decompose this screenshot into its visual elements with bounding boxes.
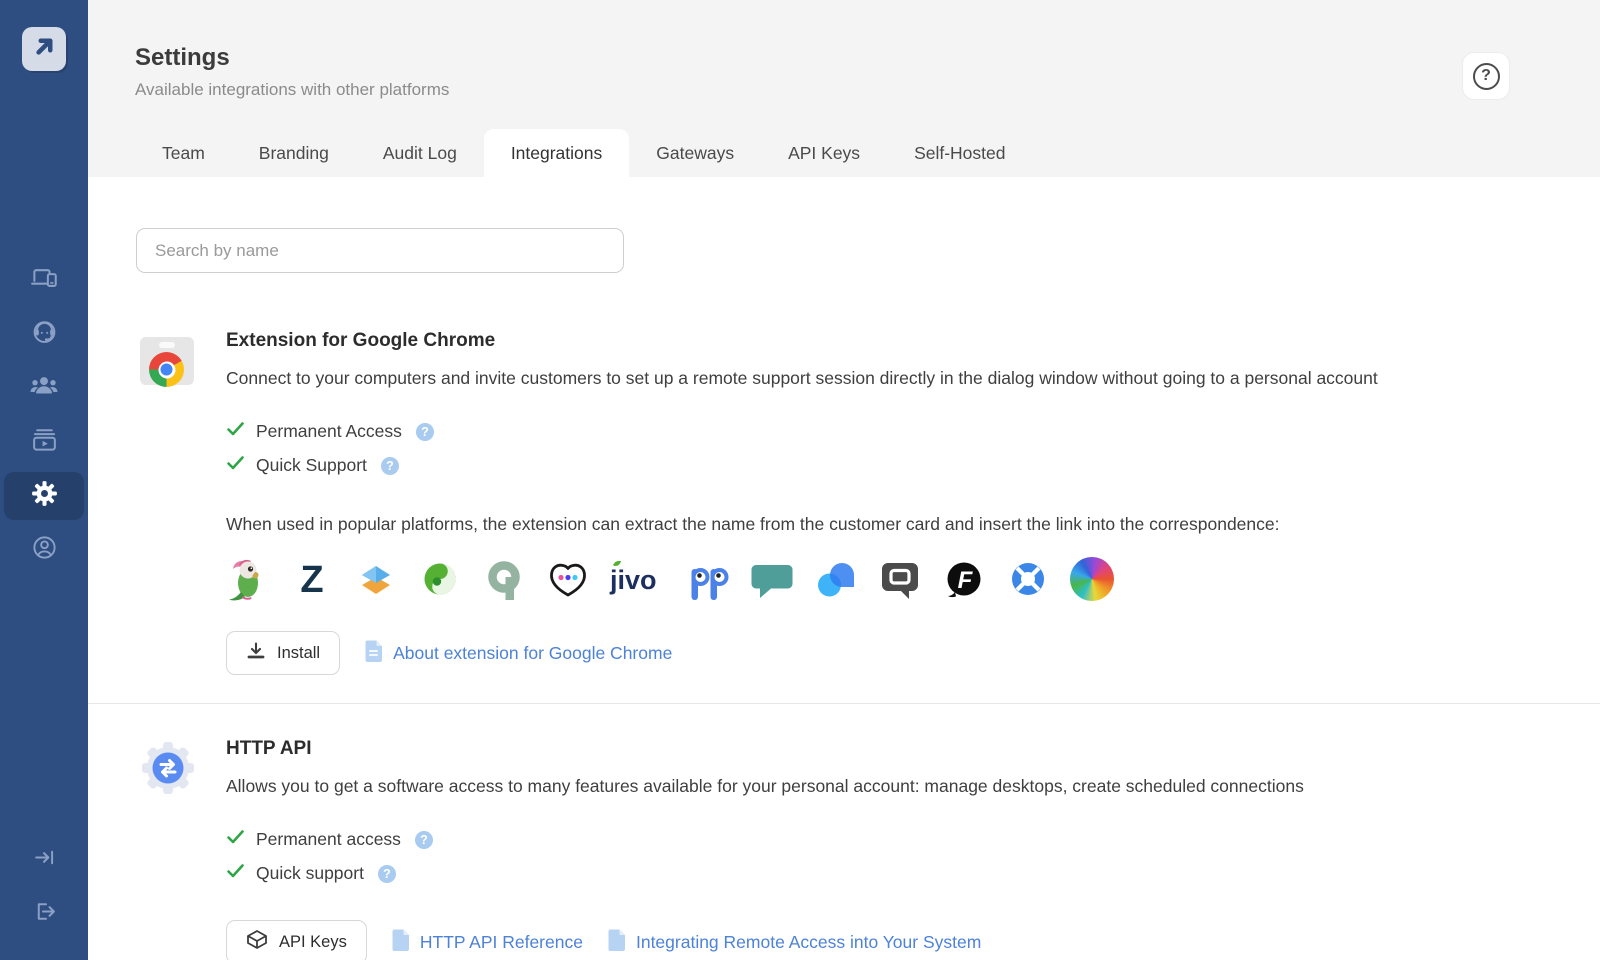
feature-label: Quick support: [256, 863, 364, 884]
platforms-note: When used in popular platforms, the exte…: [226, 514, 1280, 535]
check-icon: [226, 421, 245, 442]
http-api-reference-link-label: HTTP API Reference: [420, 932, 583, 953]
gear-icon: [31, 480, 58, 512]
sidebar-nav: [0, 256, 88, 574]
search-input[interactable]: [136, 228, 624, 273]
document-icon: [607, 928, 627, 957]
help-badge[interactable]: ?: [381, 457, 399, 475]
help-button[interactable]: ?: [1462, 52, 1510, 100]
parrot-icon: [225, 556, 271, 602]
devices-icon: [31, 264, 58, 296]
zendesk-icon: Z: [289, 556, 335, 602]
teal-speech-bubble-icon: [749, 556, 795, 602]
feature-label: Quick Support: [256, 455, 367, 476]
sage-ring-icon: [481, 556, 527, 602]
rainbow-pinwheel-icon: [1069, 556, 1115, 602]
svg-text:Z: Z: [300, 559, 323, 601]
feature-quick-support: Quick Support ?: [226, 455, 399, 476]
headset-icon: [31, 318, 58, 350]
integrating-remote-access-link[interactable]: Integrating Remote Access into Your Syst…: [607, 928, 981, 957]
box-icon: [246, 929, 268, 955]
recordings-icon: [31, 426, 58, 458]
green-swirl-icon: [417, 556, 463, 602]
integrating-remote-access-link-label: Integrating Remote Access into Your Syst…: [636, 932, 981, 953]
arrow-up-right-icon: [30, 33, 58, 66]
http-api-reference-link[interactable]: HTTP API Reference: [391, 928, 583, 957]
tab-team[interactable]: Team: [135, 129, 232, 177]
api-keys-button-label: API Keys: [279, 933, 347, 952]
tab-self-hosted[interactable]: Self-Hosted: [887, 129, 1032, 177]
document-icon: [364, 639, 384, 668]
feature-label: Permanent Access: [256, 421, 402, 442]
logout-icon: [32, 899, 57, 929]
sidebar-item-support[interactable]: [4, 310, 84, 358]
platform-icons-row: Z jivo F: [225, 556, 1115, 602]
arrow-to-bar-icon: [32, 845, 57, 875]
gear-sync-icon: [138, 738, 198, 798]
jivo-wordmark-icon: jivo: [609, 556, 667, 602]
svg-text:F: F: [958, 567, 974, 594]
check-icon: [226, 863, 245, 884]
feature-quick-support-api: Quick support ?: [226, 863, 396, 884]
question-circle-icon: ?: [1473, 63, 1500, 90]
sidebar-item-settings[interactable]: [4, 472, 84, 520]
page-subtitle: Available integrations with other platfo…: [135, 80, 449, 100]
install-button-label: Install: [277, 644, 320, 663]
blue-lifebuoy-icon: [1005, 556, 1051, 602]
sidebar: [0, 0, 88, 960]
sidebar-item-recordings[interactable]: [4, 418, 84, 466]
section-desc-http-api: Allows you to get a software access to m…: [226, 776, 1304, 797]
document-icon: [391, 928, 411, 957]
section-title-http-api: HTTP API: [226, 738, 312, 760]
tab-api-keys[interactable]: API Keys: [761, 129, 887, 177]
install-row: Install About extension for Google Chrom…: [226, 631, 672, 675]
tabs: Team Branding Audit Log Integrations Gat…: [135, 129, 1033, 177]
section-title-chrome-extension: Extension for Google Chrome: [226, 330, 495, 352]
chrome-web-store-icon: [138, 332, 196, 390]
sidebar-item-collapse[interactable]: [4, 836, 84, 884]
blue-orange-ribbons-icon: [353, 556, 399, 602]
tab-integrations[interactable]: Integrations: [484, 129, 629, 177]
people-icon: [30, 372, 58, 405]
sidebar-bottom: [0, 836, 88, 938]
feature-permanent-access-api: Permanent access ?: [226, 829, 433, 850]
feature-permanent-access: Permanent Access ?: [226, 421, 434, 442]
sidebar-item-devices[interactable]: [4, 256, 84, 304]
sidebar-item-logout[interactable]: [4, 890, 84, 938]
page-title: Settings: [135, 44, 230, 72]
help-badge[interactable]: ?: [416, 423, 434, 441]
app-logo[interactable]: [22, 27, 66, 71]
about-extension-link-label: About extension for Google Chrome: [393, 643, 672, 664]
http-api-actions-row: API Keys HTTP API Reference Integrating …: [226, 920, 981, 960]
check-icon: [226, 455, 245, 476]
check-icon: [226, 829, 245, 850]
svg-text:jivo: jivo: [609, 565, 657, 595]
double-p-eyes-icon: [685, 556, 731, 602]
app: { "header": { "title": "Settings", "subt…: [0, 0, 1600, 960]
sidebar-item-team[interactable]: [4, 364, 84, 412]
api-keys-button[interactable]: API Keys: [226, 920, 367, 960]
install-button[interactable]: Install: [226, 631, 340, 675]
main-content: Settings Available integrations with oth…: [88, 0, 1600, 960]
tab-audit-log[interactable]: Audit Log: [356, 129, 484, 177]
download-icon: [246, 641, 266, 666]
black-f-circle-icon: F: [941, 556, 987, 602]
feature-label: Permanent access: [256, 829, 401, 850]
about-extension-link[interactable]: About extension for Google Chrome: [364, 639, 672, 668]
sidebar-item-account[interactable]: [4, 526, 84, 574]
heart-chat-dots-icon: [545, 556, 591, 602]
section-desc-chrome-extension: Connect to your computers and invite cus…: [226, 368, 1378, 389]
blue-overlap-bubbles-icon: [813, 556, 859, 602]
user-circle-icon: [31, 534, 58, 566]
tab-branding[interactable]: Branding: [232, 129, 356, 177]
section-divider: [88, 703, 1600, 704]
tab-gateways[interactable]: Gateways: [629, 129, 761, 177]
dark-screen-bubble-icon: [877, 556, 923, 602]
help-badge[interactable]: ?: [378, 865, 396, 883]
help-badge[interactable]: ?: [415, 831, 433, 849]
